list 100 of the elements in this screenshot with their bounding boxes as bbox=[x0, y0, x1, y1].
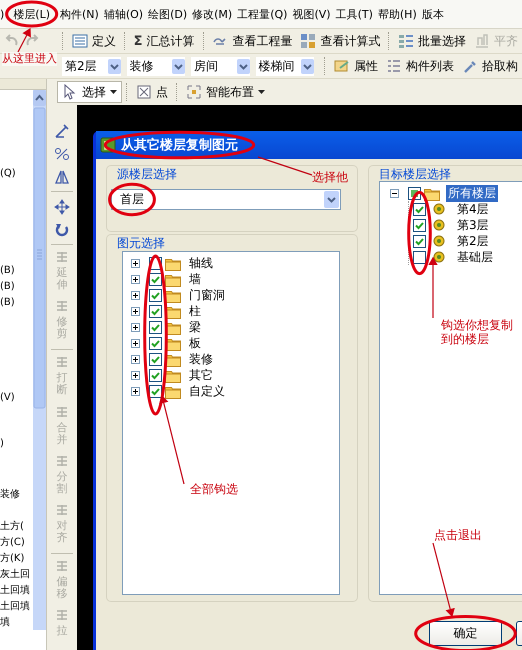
menu-item[interactable]: 构件(N) bbox=[60, 6, 99, 22]
list-item[interactable]: 土回填 bbox=[0, 583, 33, 599]
checkbox[interactable] bbox=[413, 234, 426, 248]
list-item[interactable]: 土方( bbox=[0, 519, 33, 535]
dropdown-value: 房间 bbox=[194, 58, 218, 74]
toolbar-button[interactable]: 批量选择 bbox=[394, 31, 470, 51]
tool-icon bbox=[55, 356, 69, 368]
expand-icon[interactable] bbox=[131, 274, 140, 284]
checkbox[interactable] bbox=[149, 352, 162, 366]
caret-icon bbox=[258, 90, 265, 94]
toolbar-button[interactable]: 拾取构 bbox=[458, 56, 522, 76]
checkbox[interactable] bbox=[149, 384, 162, 398]
list-item[interactable]: (B) bbox=[0, 279, 33, 295]
dropdown[interactable]: 第2层 bbox=[62, 56, 120, 76]
checkbox[interactable] bbox=[149, 304, 162, 318]
gear-icon bbox=[432, 250, 446, 264]
checkbox[interactable] bbox=[149, 288, 162, 302]
toolbar-button[interactable]: 属性 bbox=[330, 56, 382, 76]
eyedropper-icon bbox=[462, 58, 478, 74]
toolbar-button[interactable]: 构件列表 bbox=[382, 56, 458, 76]
toolbar-button[interactable]: 定义 bbox=[68, 31, 120, 51]
window-title: 从其它楼层复制图元 bbox=[121, 136, 238, 154]
tree-item[interactable]: 轴线 bbox=[187, 254, 215, 272]
menu-item[interactable]: 视图(V) bbox=[292, 6, 331, 22]
expand-icon[interactable] bbox=[131, 370, 140, 380]
list-item[interactable]: (V) bbox=[0, 390, 33, 406]
button-label: 汇总计算 bbox=[146, 32, 194, 50]
tree-item[interactable]: 其它 bbox=[187, 366, 215, 384]
tree-item[interactable]: 墙 bbox=[187, 270, 203, 288]
dropdown[interactable]: 首层 bbox=[111, 189, 341, 210]
expand-icon[interactable] bbox=[131, 338, 140, 348]
expand-icon[interactable] bbox=[131, 354, 140, 364]
list-item[interactable]: 装修 bbox=[0, 487, 33, 503]
tree-item[interactable]: 第3层 bbox=[455, 216, 491, 234]
tree-item[interactable]: 第4层 bbox=[455, 200, 491, 218]
menu-item[interactable]: 工程量(Q) bbox=[237, 6, 288, 22]
tree-item[interactable]: 板 bbox=[187, 334, 203, 352]
annotation-text: 选择他 bbox=[312, 170, 348, 184]
checkbox[interactable] bbox=[413, 202, 426, 216]
menu-item[interactable]: 辅轴(O) bbox=[104, 6, 144, 22]
dropdown[interactable]: 房间 bbox=[191, 56, 250, 76]
button-label: 拾取构 bbox=[482, 58, 518, 74]
tree-item[interactable]: 基础层 bbox=[455, 248, 495, 266]
expand-icon[interactable] bbox=[131, 322, 140, 332]
list-item[interactable]: 方(K) bbox=[0, 551, 33, 567]
collapse-icon[interactable] bbox=[390, 188, 399, 198]
list-item[interactable]: 填 bbox=[0, 615, 33, 631]
layout-icon bbox=[186, 84, 202, 100]
button-label: 批量选择 bbox=[418, 32, 466, 50]
toolbar-button[interactable]: 智能布置 bbox=[182, 81, 269, 103]
tree-item[interactable]: 梁 bbox=[187, 318, 203, 336]
toolbar-button[interactable]: 查看计算式 bbox=[296, 31, 384, 51]
expand-icon[interactable] bbox=[131, 306, 140, 316]
expand-icon[interactable] bbox=[131, 290, 140, 300]
caret-icon bbox=[110, 90, 117, 94]
tree-item[interactable]: 第2层 bbox=[455, 232, 491, 250]
list-item[interactable]: ) bbox=[0, 436, 33, 452]
highlight-ellipse bbox=[5, 0, 58, 28]
tree-item[interactable]: 门窗洞 bbox=[187, 286, 227, 304]
dropdown[interactable]: 装修 bbox=[126, 56, 185, 76]
checkbox[interactable] bbox=[149, 368, 162, 382]
menu-item[interactable]: 楼层(L) bbox=[13, 6, 50, 22]
list-item[interactable]: 土回填 bbox=[0, 599, 33, 615]
menu-item[interactable]: 帮助(H) bbox=[378, 6, 417, 22]
ok-button[interactable]: 确定 bbox=[429, 621, 502, 646]
menu-item[interactable]: ) bbox=[0, 8, 4, 20]
button-label: 查看计算式 bbox=[320, 32, 380, 50]
list-item[interactable]: 方(C) bbox=[0, 535, 33, 551]
checkbox[interactable] bbox=[413, 218, 426, 232]
toolbar-button[interactable]: Σ 汇总计算 bbox=[130, 31, 198, 51]
dropdown[interactable]: 楼梯间 bbox=[256, 56, 314, 76]
cursor-icon bbox=[62, 84, 78, 100]
checkbox[interactable] bbox=[149, 336, 162, 350]
grid-icon bbox=[300, 33, 316, 49]
expand-icon[interactable] bbox=[131, 258, 140, 268]
toolbar-button[interactable]: 选择 bbox=[57, 81, 122, 103]
dropdown-value: 第2层 bbox=[65, 58, 97, 74]
menu-item[interactable]: 工具(T) bbox=[336, 6, 373, 22]
gear-icon bbox=[432, 202, 446, 216]
gear-icon bbox=[432, 218, 446, 232]
menu-item[interactable]: 修改(M) bbox=[192, 6, 232, 22]
expand-icon[interactable] bbox=[131, 386, 140, 396]
tree-item[interactable]: 柱 bbox=[187, 302, 203, 320]
toolbar-button[interactable]: 点 bbox=[132, 81, 172, 103]
list-item[interactable]: (Q) bbox=[0, 166, 33, 182]
toolbar-button[interactable]: 查看工程量 bbox=[208, 31, 296, 51]
checkbox[interactable] bbox=[413, 250, 426, 264]
list-item[interactable]: (B) bbox=[0, 295, 33, 311]
list-item[interactable]: 灰土回 bbox=[0, 567, 33, 583]
tree-item[interactable]: 自定义 bbox=[187, 382, 227, 400]
checkbox[interactable] bbox=[149, 320, 162, 334]
menu-item[interactable]: 版本 bbox=[422, 6, 444, 22]
bars-icon bbox=[474, 33, 490, 49]
list-item[interactable]: (B) bbox=[0, 263, 33, 279]
checkbox[interactable] bbox=[149, 272, 162, 286]
tree-item[interactable]: 装修 bbox=[187, 350, 215, 368]
arrow bbox=[17, 28, 31, 52]
tree-item[interactable]: 所有楼层 bbox=[446, 184, 498, 202]
group-label: 目标楼层选择 bbox=[379, 167, 451, 181]
menu-item[interactable]: 绘图(D) bbox=[148, 6, 188, 22]
